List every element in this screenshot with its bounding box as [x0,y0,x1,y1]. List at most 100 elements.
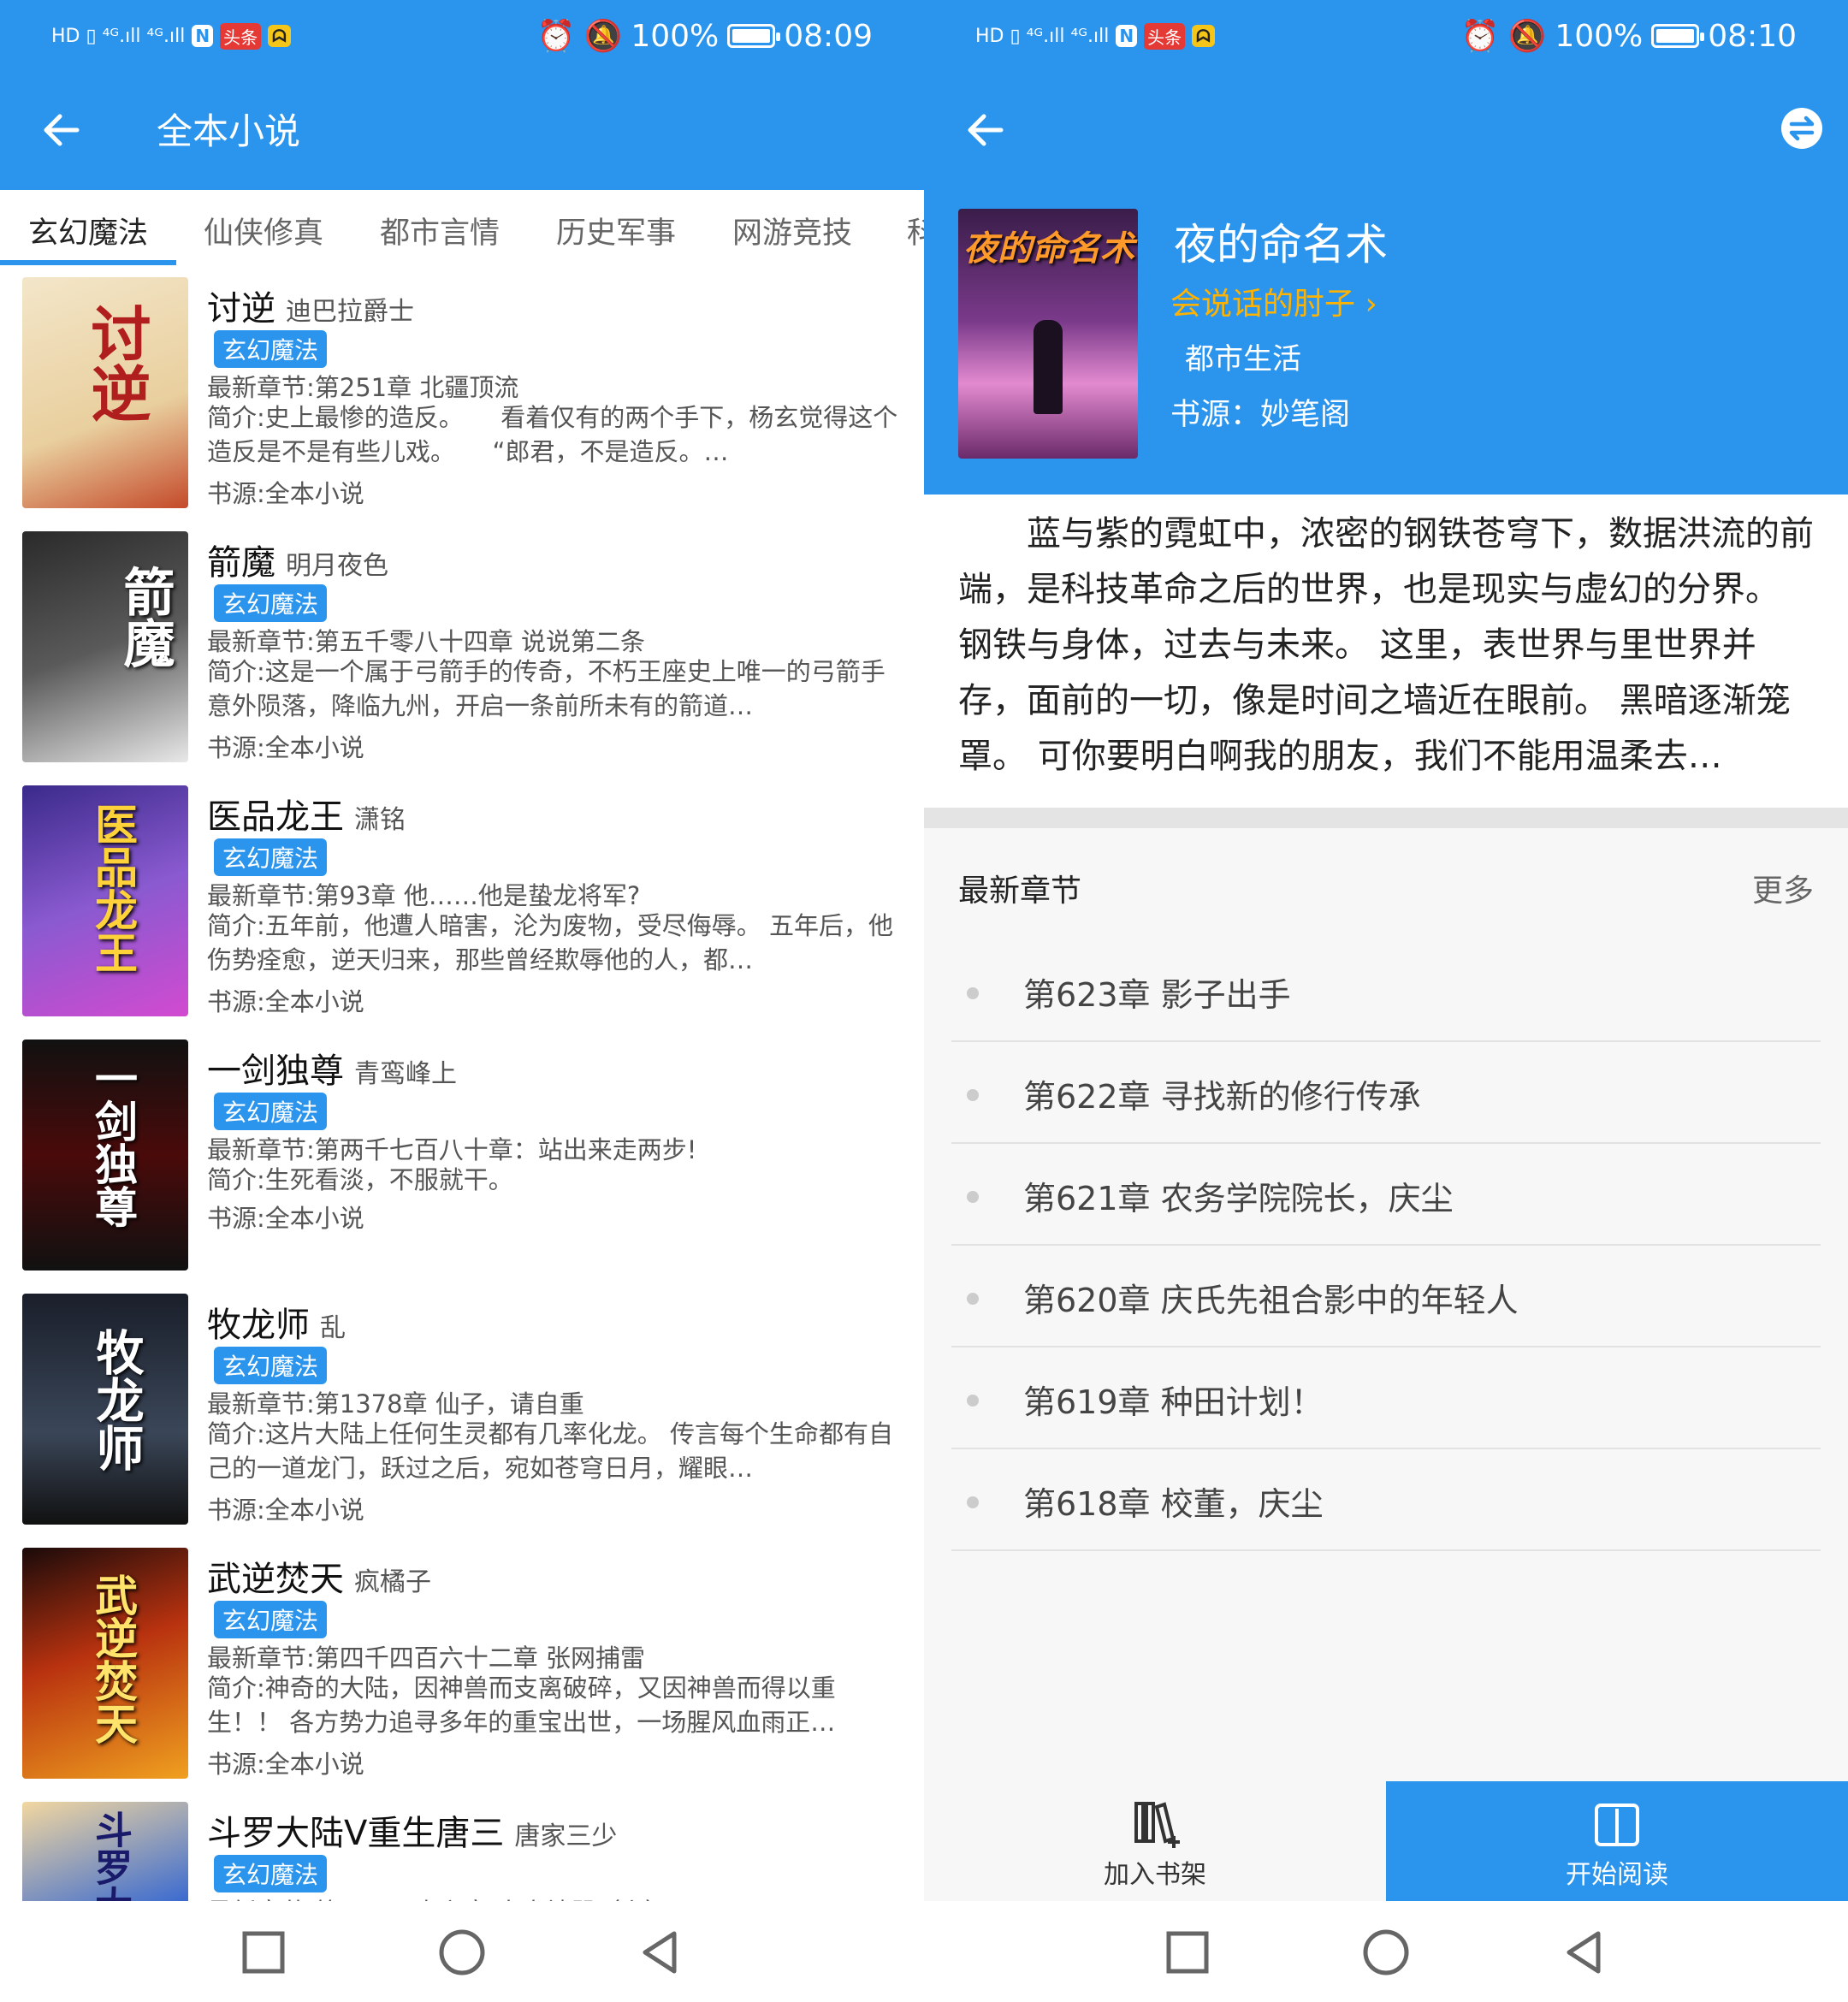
book-intro: 简介:史上最惨的造反。 看着仅有的两个手下，杨玄觉得这个造反是不是有些儿戏。 “… [207,403,898,466]
battery-percent: 100% [1555,18,1644,54]
network-icons: HD ▯ ⁴ᴳ.ıll ⁴ᴳ.ıll [975,25,1110,47]
nfc-icon: N [192,25,214,47]
bullet-icon [967,1496,979,1508]
back-arrow-icon[interactable] [962,106,1010,154]
book-list-item[interactable]: 牧龙师 牧龙师乱 玄幻魔法 最新章节:第1378章 仙子，请自重 简介:这片大陆… [22,1294,912,1533]
tab-kehuan[interactable]: 科 [907,209,924,252]
more-button[interactable]: 更多 [1752,866,1814,910]
book-title-row: 讨逆 迪巴拉爵士 [207,281,414,330]
clock: 08:09 [784,18,873,54]
book-list-item[interactable]: 武逆焚天 武逆焚天 疯橘子 玄幻魔法 最新章节:第四千四百六十二章 张网捕雷 简介… [22,1548,912,1787]
bookshelf-add-icon [1134,1802,1180,1848]
right-screen: HD ▯ ⁴ᴳ.ıll ⁴ᴳ.ıll N 头条 ᗣ ⏰ 🔕 100% 08:10… [924,0,1848,2002]
latest-chapter: 最新章节:第93章 他……他是蛰龙将军? [207,881,641,910]
book-title-row: 武逆焚天 疯橘子 [207,1551,431,1601]
category-badge: 玄幻魔法 [214,1093,328,1130]
tab-xuanhuan[interactable]: 玄幻魔法 [28,209,148,252]
book-cover: 箭魔 [22,531,188,762]
book-title-row: 斗罗大陆V重生唐三 唐家三少 [207,1805,617,1855]
chapter-list-item[interactable]: 第619章 种田计划！ [951,1348,1821,1449]
app-bar: 全本小说 [0,72,924,190]
book-title-row: 牧龙师乱 [207,1297,346,1347]
book-source[interactable]: 书源：妙笔阁 [1170,390,1350,434]
home-circle-icon[interactable] [1360,1927,1412,1978]
alarm-icon: ⏰ [1460,19,1500,54]
tab-wangyou[interactable]: 网游竞技 [732,209,852,252]
clock: 08:10 [1708,18,1797,54]
chapter-list-item[interactable]: 第622章 寻找新的修行传承 [951,1043,1821,1144]
chapter-title: 第622章 寻找新的修行传承 [1023,1078,1421,1116]
alarm-icon: ⏰ [536,19,576,54]
book-list-item[interactable]: 箭魔 箭魔 明月夜色 玄幻魔法 最新章节:第五千零八十四章 说说第二条 简介:这是… [22,531,912,771]
book-author: 潇铭 [354,805,406,835]
book-source: 书源:全本小说 [207,733,364,762]
book-source: 书源:全本小说 [207,1750,364,1779]
section-divider [924,808,1848,828]
book-author: 疯橘子 [354,1567,431,1597]
latest-chapter: 最新章节:第1378章 仙子，请自重 [207,1389,584,1419]
start-reading-button[interactable]: 开始阅读 [1386,1781,1848,1901]
home-circle-icon[interactable] [436,1927,488,1978]
add-to-shelf-button[interactable]: 加入书架 [924,1781,1386,1901]
toutiao-icon: 头条 [1144,22,1186,50]
app-notification-icon: ᗣ [268,25,291,47]
book-list-item[interactable]: 讨逆 讨逆 迪巴拉爵士 玄幻魔法 最新章节:第251章 北疆顶流 简介:史上最惨的… [22,277,912,517]
status-bar: HD ▯ ⁴ᴳ.ıll ⁴ᴳ.ıll N 头条 ᗣ ⏰ 🔕 100% 08:10 [924,0,1848,72]
book-title-row: 箭魔 明月夜色 [207,535,388,584]
bullet-icon [967,1395,979,1407]
chapter-title: 第618章 校董，庆尘 [1023,1485,1324,1523]
open-book-icon [1595,1804,1639,1846]
book-title: 夜的命名术 [1174,220,1388,270]
tab-lishi[interactable]: 历史军事 [556,209,676,252]
book-intro: 简介:这片大陆上任何生灵都有几率化龙。 传言每个生命都有自己的一道龙门，跃过之后… [207,1419,893,1483]
battery-icon [1651,24,1705,48]
book-intro: 简介:神奇的大陆，因神兽而支离破碎，又因神兽而得以重生！！ 各方势力追寻多年的重… [207,1673,836,1737]
recents-square-icon[interactable] [238,1927,289,1978]
toutiao-icon: 头条 [220,22,262,50]
bullet-icon [967,1089,979,1101]
book-author: 明月夜色 [286,551,388,581]
tab-xianxia[interactable]: 仙侠修真 [204,209,323,252]
battery-percent: 100% [631,18,720,54]
nfc-icon: N [1116,25,1138,47]
network-icons: HD ▯ ⁴ᴳ.ıll ⁴ᴳ.ıll [51,25,186,47]
category-badge: 玄幻魔法 [214,1601,328,1638]
recents-square-icon[interactable] [1162,1927,1213,1978]
system-nav-bar [924,1901,1848,2002]
bullet-icon [967,987,979,999]
latest-chapter: 最新章节:第四千四百六十二章 张网捕雷 [207,1644,645,1673]
system-nav-bar [0,1901,924,2002]
category-badge: 玄幻魔法 [214,584,328,622]
chapter-list-item[interactable]: 第620章 庆氏先祖合影中的年轻人 [951,1247,1821,1348]
app-bar [924,72,1848,190]
back-triangle-icon[interactable] [635,1927,686,1978]
chapter-list-item[interactable]: 第621章 农务学院院长，庆尘 [951,1145,1821,1246]
battery-icon [727,24,781,48]
book-list-item[interactable]: 医品龙王 医品龙王 潇铭 玄幻魔法 最新章节:第93章 他……他是蛰龙将军? 简介… [22,785,912,1025]
book-author: 迪巴拉爵士 [286,297,414,327]
chapter-list-item[interactable]: 第618章 校董，庆尘 [951,1450,1821,1551]
tab-dushi[interactable]: 都市言情 [380,209,500,252]
book-cover: 一剑独尊 [22,1040,188,1270]
bullet-icon [967,1293,979,1305]
latest-chapter: 最新章节:第两千七百八十章：站出来走两步! [207,1135,697,1164]
latest-chapter: 最新章节:第五千零八十四章 说说第二条 [207,627,645,656]
book-title: 医品龙王 [207,797,344,837]
bottom-action-bar: 加入书架 开始阅读 [924,1781,1848,1901]
back-triangle-icon[interactable] [1559,1927,1610,1978]
page-title: 全本小说 [157,110,301,152]
left-screen: HD ▯ ⁴ᴳ.ıll ⁴ᴳ.ıll N 头条 ᗣ ⏰ 🔕 100% 08:09… [0,0,924,2002]
book-cover: 夜的命名术 [958,209,1138,459]
back-arrow-icon[interactable] [38,106,86,154]
switch-source-icon[interactable] [1780,106,1824,151]
category-badge: 玄幻魔法 [214,1855,328,1892]
category-badge: 玄幻魔法 [214,330,328,368]
book-list-item[interactable]: 一剑独尊 一剑独尊 青鸾峰上 玄幻魔法 最新章节:第两千七百八十章：站出来走两步!… [22,1040,912,1279]
book-cover: 牧龙师 [22,1294,188,1525]
author-link[interactable]: 会说话的肘子 › [1170,279,1377,323]
book-intro: 简介:五年前，他遭人暗害，沦为废物，受尽侮辱。 五年后，他伤势痊愈，逆天归来，那… [207,911,893,974]
book-summary: 蓝与紫的霓虹中，浓密的钢铁苍穹下，数据洪流的前端，是科技革命之后的世界，也是现实… [924,495,1848,808]
book-intro: 简介:生死看淡，不服就干。 [207,1165,513,1194]
book-source: 书源:全本小说 [207,1496,364,1525]
chapter-list-item[interactable]: 第623章 影子出手 [951,941,1821,1042]
